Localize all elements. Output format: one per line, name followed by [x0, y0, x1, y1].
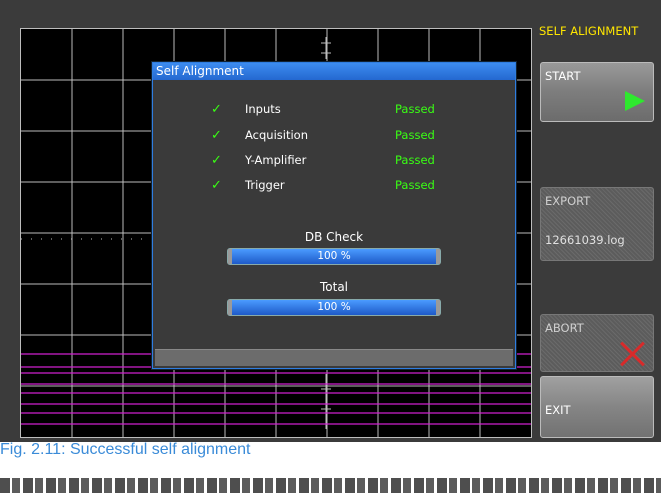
- menu-title: SELF ALIGNMENT: [539, 24, 639, 38]
- dialog-title: Self Alignment: [153, 63, 515, 80]
- checkmark-icon: ✓: [211, 178, 222, 193]
- check-row-trigger: ✓ Trigger Passed: [153, 178, 515, 200]
- check-status: Passed: [395, 153, 435, 167]
- exit-label: EXIT: [545, 403, 571, 417]
- play-icon: [625, 91, 645, 111]
- check-row-y-amplifier: ✓ Y-Amplifier Passed: [153, 153, 515, 175]
- check-name: Trigger: [245, 178, 285, 192]
- abort-label: ABORT: [545, 321, 584, 335]
- exit-button[interactable]: EXIT: [540, 376, 654, 438]
- check-row-inputs: ✓ Inputs Passed: [153, 102, 515, 124]
- check-name: Inputs: [245, 102, 281, 116]
- check-name: Y-Amplifier: [245, 153, 307, 167]
- checkmark-icon: ✓: [211, 153, 222, 168]
- total-label: Total: [319, 280, 349, 294]
- self-alignment-dialog: Self Alignment ✓ Inputs Passed ✓ Acquisi…: [152, 62, 516, 369]
- check-name: Acquisition: [245, 128, 308, 142]
- check-status: Passed: [395, 102, 435, 116]
- start-button[interactable]: START: [540, 62, 654, 122]
- export-filename: 12661039.log: [545, 233, 625, 247]
- total-progress-text: 100 %: [317, 301, 351, 313]
- checkmark-icon: ✓: [211, 102, 222, 117]
- checkmark-icon: ✓: [211, 128, 222, 143]
- db-check-progress-text: 100 %: [317, 250, 351, 262]
- oscilloscope-screen: SELF ALIGNMENT START EXPORT 12661039.log…: [0, 0, 661, 442]
- check-row-acquisition: ✓ Acquisition Passed: [153, 128, 515, 150]
- figure-caption: Fig. 2.11: Successful self alignment: [0, 441, 251, 458]
- total-progress-bar: 100 %: [227, 299, 441, 316]
- check-status: Passed: [395, 128, 435, 142]
- check-status: Passed: [395, 178, 435, 192]
- abort-button[interactable]: ABORT: [540, 314, 654, 372]
- export-label: EXPORT: [545, 194, 591, 208]
- db-check-label: DB Check: [304, 230, 364, 244]
- export-button[interactable]: EXPORT 12661039.log: [540, 187, 654, 261]
- cropped-text-line: [0, 478, 661, 493]
- db-check-progress-bar: 100 %: [227, 248, 441, 265]
- dialog-footer: [155, 349, 513, 366]
- close-x-icon: [619, 341, 645, 367]
- start-label: START: [545, 69, 581, 83]
